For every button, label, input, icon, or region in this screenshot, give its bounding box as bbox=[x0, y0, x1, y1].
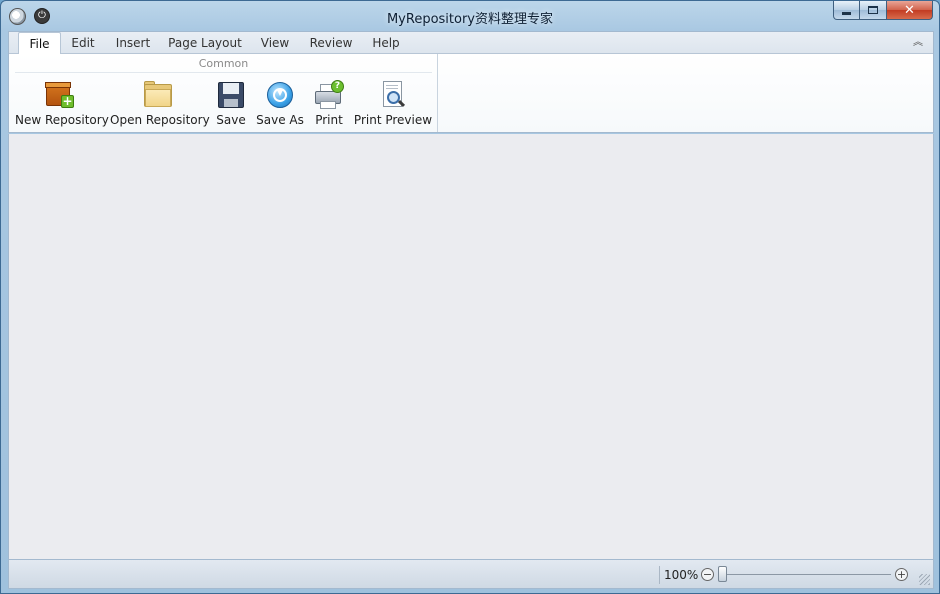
button-label: Print Preview bbox=[353, 113, 433, 127]
ribbon-tabs: File Edit Insert Page Layout View Review… bbox=[9, 32, 933, 55]
app-window: ⏻ MyRepository资料整理专家 ✕ File Edit Insert … bbox=[0, 0, 940, 594]
resize-grip-icon[interactable] bbox=[919, 574, 930, 585]
ribbon-group-common: Common + New Repository Open Repository bbox=[9, 54, 438, 132]
open-repository-button[interactable]: Open Repository bbox=[110, 80, 210, 130]
folder-icon bbox=[143, 80, 173, 110]
tab-insert[interactable]: Insert bbox=[110, 32, 156, 54]
zoom-out-button[interactable]: − bbox=[701, 568, 714, 581]
tab-review[interactable]: Review bbox=[306, 32, 356, 54]
zoom-in-button[interactable]: + bbox=[895, 568, 908, 581]
ribbon: File Edit Insert Page Layout View Review… bbox=[8, 31, 934, 133]
window-title: MyRepository资料整理专家 bbox=[386, 12, 554, 27]
save-as-button[interactable]: Save As bbox=[255, 80, 305, 130]
floppy-disk-icon bbox=[216, 80, 246, 110]
button-label: New Repository bbox=[15, 113, 109, 127]
plus-icon: + bbox=[896, 568, 907, 581]
button-label: Open Repository bbox=[110, 113, 210, 127]
close-icon: ✕ bbox=[904, 2, 915, 18]
save-as-icon bbox=[265, 80, 295, 110]
maximize-button[interactable] bbox=[860, 1, 887, 20]
button-label: Print bbox=[315, 113, 343, 127]
tab-file[interactable]: File bbox=[18, 32, 61, 55]
window-controls: ✕ bbox=[833, 1, 933, 21]
tab-page-layout[interactable]: Page Layout bbox=[167, 32, 243, 54]
status-bar: 100% − + bbox=[8, 559, 934, 589]
new-repository-button[interactable]: + New Repository bbox=[15, 80, 109, 130]
printer-icon: ? bbox=[314, 80, 344, 110]
print-button[interactable]: ? Print bbox=[309, 80, 349, 130]
ribbon-panel: Common + New Repository Open Repository bbox=[9, 54, 933, 132]
maximize-icon bbox=[868, 6, 878, 14]
print-preview-icon bbox=[378, 80, 408, 110]
tab-edit[interactable]: Edit bbox=[65, 32, 101, 54]
new-repository-icon: + bbox=[44, 80, 74, 110]
minimize-icon bbox=[842, 11, 851, 15]
zoom-slider-track[interactable] bbox=[719, 574, 891, 575]
tab-view[interactable]: View bbox=[255, 32, 295, 54]
print-preview-button[interactable]: Print Preview bbox=[353, 80, 433, 130]
zoom-level: 100% bbox=[664, 568, 699, 582]
minimize-button[interactable] bbox=[833, 1, 860, 20]
workspace-area[interactable] bbox=[8, 134, 934, 559]
status-separator bbox=[659, 566, 660, 584]
button-label: Save bbox=[216, 113, 246, 127]
group-label: Common bbox=[198, 57, 249, 70]
button-label: Save As bbox=[256, 113, 304, 127]
save-button[interactable]: Save bbox=[212, 80, 250, 130]
group-divider bbox=[15, 72, 432, 73]
title-bar: ⏻ MyRepository资料整理专家 ✕ bbox=[1, 1, 939, 31]
zoom-slider-thumb[interactable] bbox=[718, 566, 727, 582]
tab-help[interactable]: Help bbox=[367, 32, 405, 54]
minus-icon: − bbox=[702, 568, 713, 581]
chevron-up-icon: ︽ bbox=[913, 37, 923, 48]
collapse-ribbon-button[interactable]: ︽ bbox=[911, 36, 925, 50]
close-button[interactable]: ✕ bbox=[887, 1, 933, 20]
